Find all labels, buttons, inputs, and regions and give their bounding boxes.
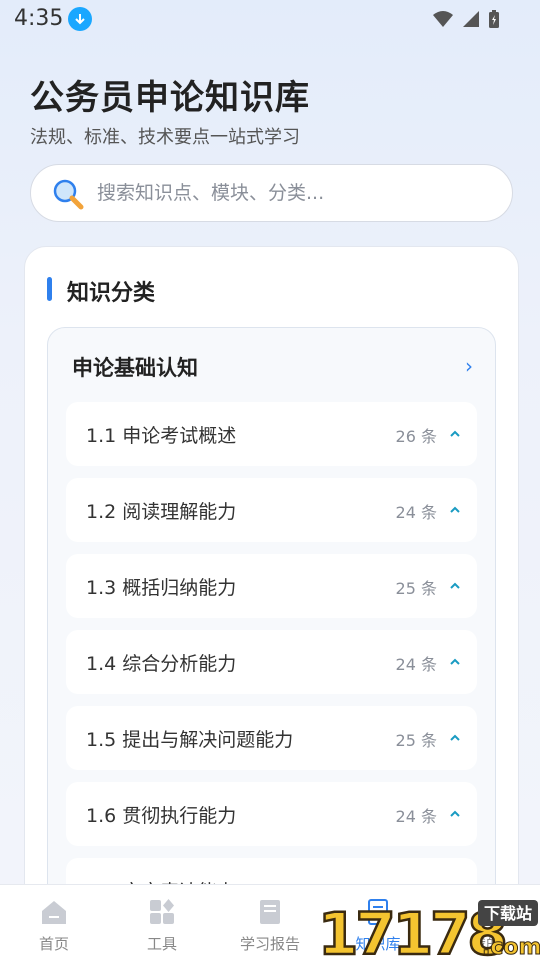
nav-item-home[interactable]: 首页 (0, 885, 108, 960)
book-icon (260, 900, 280, 924)
section-title: 知识分类 (67, 281, 156, 306)
topic-count: 24 条 (395, 655, 437, 674)
search-bar[interactable] (30, 164, 513, 222)
home-icon (42, 901, 66, 924)
chevron-up-icon[interactable] (449, 656, 461, 668)
watermark-number: 17178 (318, 900, 505, 960)
topic-label: 1.4 综合分析能力 (86, 653, 237, 675)
topic-item[interactable]: 1.1 申论考试概述 26 条 (66, 402, 477, 466)
topic-item[interactable]: 1.6 贯彻执行能力 24 条 (66, 782, 477, 846)
page-subtitle: 法规、标准、技术要点一站式学习 (30, 127, 300, 148)
tools-icon (150, 899, 174, 924)
status-time: 4:35 (14, 6, 64, 31)
page-title: 公务员申论知识库 (30, 78, 310, 118)
chevron-up-icon[interactable] (449, 504, 461, 516)
watermark-suffix: .com (482, 935, 540, 960)
topic-count: 25 条 (395, 731, 437, 750)
status-icons (432, 9, 500, 29)
download-icon (68, 7, 92, 31)
topic-item[interactable]: 1.4 综合分析能力 24 条 (66, 630, 477, 694)
topic-label: 1.2 阅读理解能力 (86, 501, 237, 523)
nav-label: 工具 (146, 935, 177, 953)
nav-item-report[interactable]: 学习报告 (216, 885, 324, 960)
nav-label: 学习报告 (239, 935, 300, 953)
wifi-icon (433, 11, 453, 27)
search-input[interactable] (97, 165, 497, 221)
chevron-up-icon[interactable] (449, 732, 461, 744)
section-accent-bar (47, 277, 52, 301)
topic-item[interactable]: 1.2 阅读理解能力 24 条 (66, 478, 477, 542)
category-card: 申论基础认知 › 1.1 申论考试概述 26 条 1.2 阅读理解能力 24 条… (47, 327, 496, 945)
topic-label: 1.3 概括归纳能力 (86, 577, 237, 599)
topic-count: 26 条 (395, 427, 437, 446)
topic-item[interactable]: 1.5 提出与解决问题能力 25 条 (66, 706, 477, 770)
status-bar: 4:35 (0, 0, 540, 40)
chevron-up-icon[interactable] (449, 428, 461, 440)
topic-count: 25 条 (395, 579, 437, 598)
nav-item-tools[interactable]: 工具 (108, 885, 216, 960)
chevron-up-icon[interactable] (449, 808, 461, 820)
topic-label: 1.1 申论考试概述 (86, 425, 237, 447)
category-title: 申论基础认知 (72, 356, 198, 380)
topic-label: 1.5 提出与解决问题能力 (86, 729, 294, 751)
search-icon (53, 179, 84, 210)
nav-label: 首页 (38, 935, 69, 953)
topic-count: 24 条 (395, 503, 437, 522)
topic-item[interactable]: 1.3 概括归纳能力 25 条 (66, 554, 477, 618)
topic-count: 24 条 (395, 807, 437, 826)
battery-icon (489, 10, 499, 28)
signal-icon (463, 11, 479, 27)
watermark-logo: 17178 下载站 .com (318, 899, 540, 960)
chevron-right-icon[interactable]: › (465, 354, 473, 378)
chevron-up-icon[interactable] (449, 580, 461, 592)
watermark-tag: 下载站 (484, 904, 532, 923)
knowledge-card: 知识分类 申论基础认知 › 1.1 申论考试概述 26 条 1.2 阅读理解能力… (24, 246, 519, 946)
topic-label: 1.6 贯彻执行能力 (86, 805, 237, 827)
